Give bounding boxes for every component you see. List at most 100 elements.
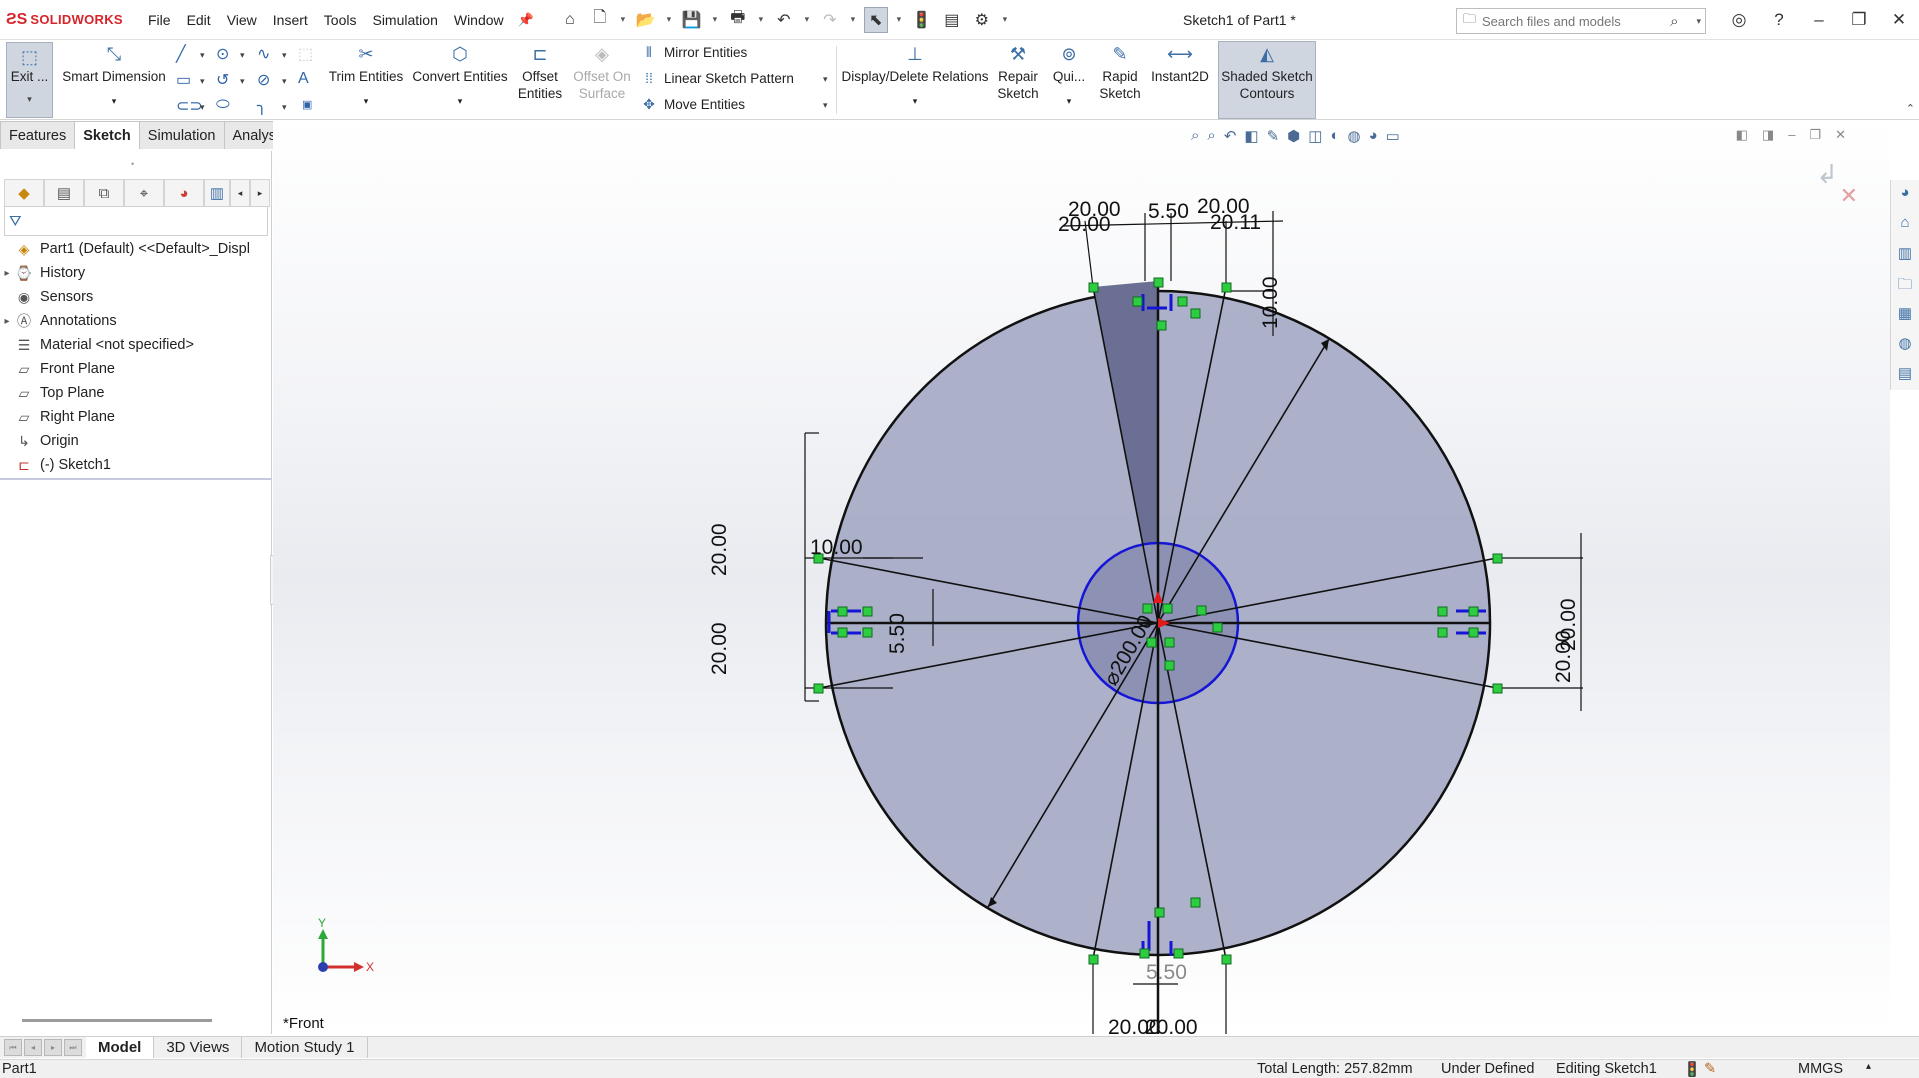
instant2d-button[interactable]: ⟷ Instant2D xyxy=(1148,45,1212,85)
first-tab-icon[interactable]: ⏮ xyxy=(4,1039,22,1056)
circle-dropdown-icon[interactable]: ▾ xyxy=(240,50,245,61)
next-tab-icon[interactable]: ▸ xyxy=(44,1039,62,1056)
dim-left-horiz[interactable]: 10.00 xyxy=(810,536,863,559)
3d-content-central-icon[interactable]: ▥ xyxy=(1898,244,1912,268)
tree-item-right-plane[interactable]: ▱ Right Plane xyxy=(0,405,272,429)
tab-features[interactable]: Features xyxy=(0,121,76,149)
tree-item-origin[interactable]: ↳ Origin xyxy=(0,429,272,453)
tab-3d-views[interactable]: 3D Views xyxy=(154,1037,243,1058)
quick-snaps-dropdown-icon[interactable]: ▾ xyxy=(1048,93,1090,110)
polygon-dropdown-icon[interactable]: ▾ xyxy=(282,76,287,87)
tab-simulation[interactable]: Simulation xyxy=(138,121,225,149)
shaded-sketch-contours-button[interactable]: ◭ Shaded Sketch Contours xyxy=(1218,41,1316,119)
menu-window[interactable]: Window xyxy=(446,12,512,28)
file-properties-icon[interactable]: ▤ xyxy=(940,7,964,33)
design-library-icon[interactable]: ⌂ xyxy=(1900,214,1909,238)
rapid-sketch-button[interactable]: ✎ Rapid Sketch xyxy=(1096,45,1144,102)
smart-dimension-dropdown-icon[interactable]: ▾ xyxy=(60,93,168,110)
text-icon[interactable]: A xyxy=(298,70,309,88)
tree-item-annotations[interactable]: ▸ Ⓐ Annotations xyxy=(0,309,272,333)
restore-icon[interactable]: ❐ xyxy=(1839,10,1879,30)
help-icon[interactable]: ? xyxy=(1759,10,1799,30)
select-dropdown-icon[interactable]: ▾ xyxy=(894,14,904,25)
ellipse-icon[interactable]: ⬭ xyxy=(216,96,230,114)
convert-entities-button[interactable]: ⬡ Convert Entities ▾ xyxy=(410,45,510,110)
tab-motion-study-1[interactable]: Motion Study 1 xyxy=(242,1037,368,1058)
convert-dropdown-icon[interactable]: ▾ xyxy=(410,93,510,110)
dim-top-right-vert[interactable]: 10.00 xyxy=(1259,276,1282,329)
cam-manager-icon[interactable]: ▥ xyxy=(204,179,230,207)
horizontal-scrollbar[interactable] xyxy=(22,1019,212,1022)
exit-dropdown-icon[interactable]: ▾ xyxy=(7,94,52,105)
tree-filter[interactable]: ⛛ xyxy=(4,206,268,236)
custom-properties-icon[interactable]: ▤ xyxy=(1898,364,1912,388)
offset-on-surface-button[interactable]: ◈ Offset On Surface xyxy=(570,45,634,102)
view-palette-icon[interactable]: ▦ xyxy=(1898,304,1912,328)
dim-right-lower-vert[interactable]: 20.00 xyxy=(1552,630,1575,683)
property-manager-icon[interactable]: ▤ xyxy=(44,179,84,207)
tree-expander[interactable]: ▸ xyxy=(0,316,14,327)
line-icon[interactable]: ╱ xyxy=(176,44,186,64)
panel-scroll-right-icon[interactable]: ▸ xyxy=(250,179,270,207)
tree-expander[interactable]: ▸ xyxy=(0,268,14,279)
options-dropdown-icon[interactable]: ▾ xyxy=(1000,14,1010,25)
dim-bottom-right[interactable]: 20.00 xyxy=(1145,1016,1198,1034)
spline-icon[interactable]: ∿ xyxy=(257,44,270,64)
quick-tips-icon[interactable]: ✎ xyxy=(1704,1061,1716,1077)
menu-tools[interactable]: Tools xyxy=(316,12,365,28)
dim-bottom-mid[interactable]: 5.50 xyxy=(1146,961,1187,984)
search-icon[interactable]: ⌕ xyxy=(1670,13,1678,30)
search-dropdown-icon[interactable]: ▾ xyxy=(1696,16,1701,27)
minimize-icon[interactable]: – xyxy=(1799,10,1839,30)
configuration-manager-icon[interactable]: ⧉ xyxy=(84,179,124,207)
menu-file[interactable]: File xyxy=(140,12,179,28)
slot-dropdown-icon[interactable]: ▾ xyxy=(200,102,205,113)
mirror-entities-button[interactable]: ⫴ Mirror Entities xyxy=(640,44,747,61)
print-dropdown-icon[interactable]: ▾ xyxy=(756,14,766,25)
dim-top-mid[interactable]: 5.50 xyxy=(1148,200,1189,223)
user-account-icon[interactable]: ◎ xyxy=(1719,10,1759,30)
menu-view[interactable]: View xyxy=(219,12,265,28)
search-box[interactable]: 🗀 ⌕ ▾ xyxy=(1456,8,1706,34)
relations-dropdown-icon[interactable]: ▾ xyxy=(840,93,990,110)
polygon-icon[interactable]: ⊘ xyxy=(257,70,270,90)
menu-insert[interactable]: Insert xyxy=(265,12,316,28)
dim-top-right-b[interactable]: 20.11 xyxy=(1210,211,1261,234)
last-tab-icon[interactable]: ⏭ xyxy=(64,1039,82,1056)
dim-left-small[interactable]: 5.50 xyxy=(886,613,909,654)
rebuild-status-icon[interactable]: 🚦 xyxy=(1683,1061,1701,1078)
unit-system[interactable]: MMGS xyxy=(1798,1061,1843,1077)
panel-grip-icon[interactable]: • xyxy=(131,159,134,169)
trim-dropdown-icon[interactable]: ▾ xyxy=(326,93,406,110)
tab-sketch[interactable]: Sketch xyxy=(74,121,140,149)
home-icon[interactable]: ⌂ xyxy=(558,7,582,33)
graphics-area[interactable]: ⌕ ⌕ ↶ ◧ ✎ ⬢ ◫ ◐ ◍ ◕ ▭ ◧ ◨ – ❐ ✕ ↲ ✕ 20.0… xyxy=(273,121,1890,1034)
menu-edit[interactable]: Edit xyxy=(179,12,219,28)
rollback-bar[interactable] xyxy=(0,478,272,480)
menu-simulation[interactable]: Simulation xyxy=(364,12,445,28)
tree-item-sketch1[interactable]: ⊏ (-) Sketch1 xyxy=(0,453,272,477)
print-icon[interactable]: 🖶 xyxy=(726,7,750,33)
new-document-icon[interactable]: 🗋 xyxy=(588,7,612,33)
slot-icon[interactable]: ⊂⊃ xyxy=(176,96,203,116)
rectangle-dropdown-icon[interactable]: ▾ xyxy=(200,76,205,87)
sketch-canvas[interactable]: 20.00 20.00 5.50 20.00 20.11 10.00 10.00… xyxy=(273,121,1890,1034)
redo-dropdown-icon[interactable]: ▾ xyxy=(848,14,858,25)
quick-snaps-button[interactable]: ⊚ Qui... ▾ xyxy=(1048,45,1090,110)
unit-dropdown-icon[interactable]: ▴ xyxy=(1866,1061,1871,1072)
close-icon[interactable]: ✕ xyxy=(1879,10,1919,30)
select-pointer-icon[interactable]: ⬉ xyxy=(863,6,888,33)
offset-entities-button[interactable]: ⊏ Offset Entities xyxy=(514,45,566,102)
dim-left-upper-vert[interactable]: 20.00 xyxy=(708,523,731,576)
tree-item-history[interactable]: ▸ ⌚ History xyxy=(0,261,272,285)
point-icon[interactable]: ▣ xyxy=(302,98,312,111)
tab-model[interactable]: Model xyxy=(86,1037,155,1058)
fillet-icon[interactable]: ╮ xyxy=(257,96,267,116)
panel-scroll-left-icon[interactable]: ◂ xyxy=(230,179,250,207)
prev-tab-icon[interactable]: ◂ xyxy=(24,1039,42,1056)
linear-sketch-pattern-button[interactable]: ⁞⁞ Linear Sketch Pattern xyxy=(640,70,794,86)
new-dropdown-icon[interactable]: ▾ xyxy=(618,14,628,25)
rectangle-icon[interactable]: ▭ xyxy=(176,70,191,90)
file-explorer-icon[interactable]: 🗀 xyxy=(1897,274,1912,298)
tree-item-sensors[interactable]: ◉ Sensors xyxy=(0,285,272,309)
